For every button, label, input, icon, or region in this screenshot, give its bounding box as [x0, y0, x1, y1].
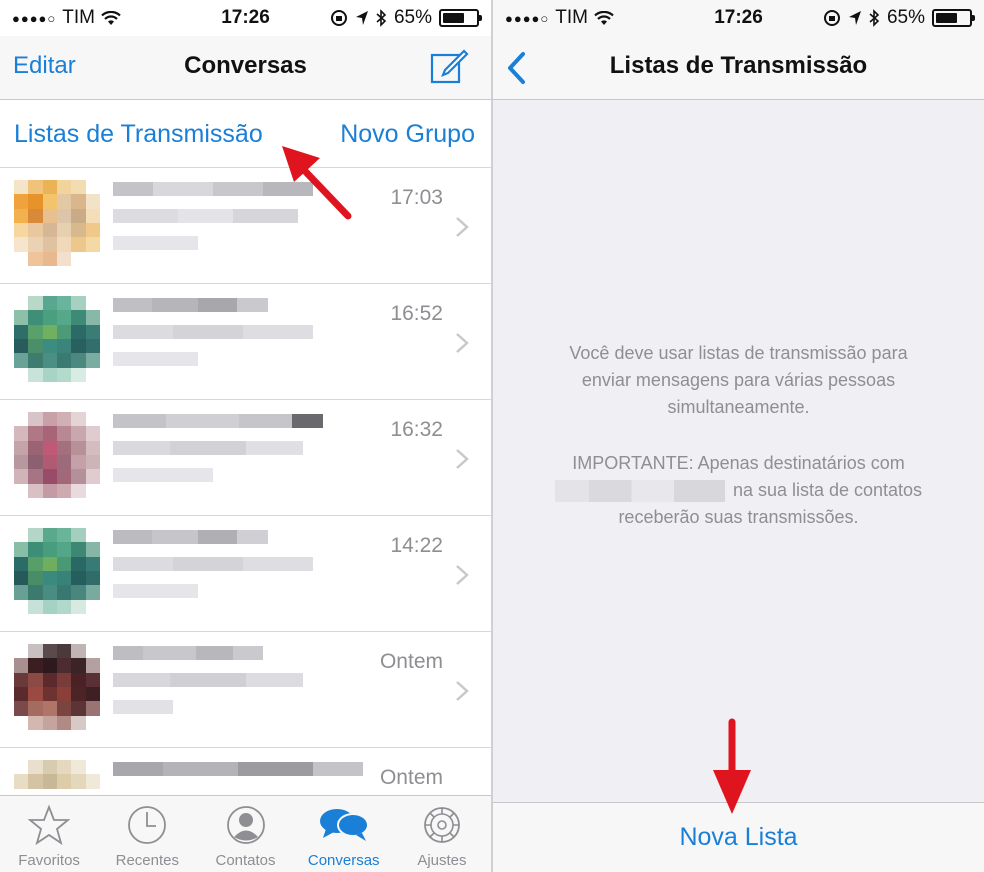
tab-conversas[interactable]: Conversas	[295, 796, 393, 872]
tab-label: Conversas	[307, 852, 380, 869]
chat-row[interactable]: Ontem	[0, 632, 491, 748]
chat-time: 17:03	[390, 186, 443, 209]
battery-icon	[932, 9, 975, 27]
blurred-message-preview	[113, 762, 363, 789]
navigation-bar: Listas de Transmissão	[493, 36, 984, 100]
page-title: Listas de Transmissão	[609, 52, 868, 79]
bluetooth-icon	[376, 9, 387, 27]
status-bar: ●●●●○ TIM 17:26 65%	[0, 0, 491, 36]
info-line: simultaneamente.	[667, 397, 810, 417]
blurred-message-preview	[113, 414, 353, 495]
tab-label: Contatos	[215, 852, 276, 869]
conversations-screen: ●●●●○ TIM 17:26 65% Editar Conversas Lis…	[0, 0, 491, 872]
important-notice-text: IMPORTANTE: Apenas destinatários com na …	[523, 450, 954, 531]
gear-icon	[424, 807, 460, 843]
avatar	[14, 296, 100, 382]
new-list-button[interactable]: Nova Lista	[493, 823, 984, 852]
blurred-message-preview	[113, 298, 353, 379]
avatar	[14, 528, 100, 614]
tab-label: Favoritos	[18, 852, 80, 869]
tab-recentes[interactable]: Recentes	[98, 796, 196, 872]
rotation-lock-icon	[330, 10, 347, 26]
chat-row[interactable]: 14:22	[0, 516, 491, 632]
star-icon	[28, 804, 71, 846]
battery-percent: 65%	[393, 7, 432, 28]
info-line: na sua lista de contatos	[523, 477, 954, 504]
info-line: enviar mensagens para várias pessoas	[581, 370, 896, 390]
bluetooth-icon	[869, 9, 880, 27]
chat-time: Ontem	[379, 766, 443, 789]
blurred-message-preview	[113, 646, 353, 727]
info-line: receberão suas transmissões.	[618, 507, 859, 527]
chat-time: 14:22	[390, 534, 443, 557]
page-title: Conversas	[184, 52, 307, 79]
blurred-message-preview	[113, 530, 353, 611]
compose-icon[interactable]	[429, 46, 469, 86]
chat-time: 16:52	[390, 302, 443, 325]
tab-contatos[interactable]: Contatos	[196, 796, 294, 872]
chat-time: 16:32	[390, 418, 443, 441]
tab-bar: Favoritos Recentes Contatos Conversas Aj…	[0, 795, 491, 872]
chat-row[interactable]: 17:03	[0, 168, 491, 284]
chat-row[interactable]: 16:52	[0, 284, 491, 400]
chat-row[interactable]: 16:32	[0, 400, 491, 516]
chevron-right-icon	[456, 681, 469, 701]
annotation-arrow	[282, 146, 352, 220]
location-icon	[848, 11, 861, 25]
new-group-link[interactable]: Novo Grupo	[340, 120, 475, 149]
chevron-right-icon	[456, 565, 469, 585]
avatar	[14, 180, 100, 266]
avatar	[14, 760, 100, 795]
contact-icon	[226, 806, 265, 844]
broadcast-lists-link[interactable]: Listas de Transmissão	[14, 120, 263, 149]
chat-list: 17:03 16:52 16:32 14:22 Ontem Ontem	[0, 168, 491, 795]
battery-percent: 65%	[886, 7, 925, 28]
navigation-bar: Editar Conversas	[0, 36, 491, 100]
location-icon	[355, 11, 368, 25]
status-bar: ●●●●○ TIM 17:26 65%	[493, 0, 984, 36]
chevron-right-icon	[456, 333, 469, 353]
avatar	[14, 412, 100, 498]
chat-time: Ontem	[379, 650, 443, 673]
annotation-arrow	[713, 718, 751, 814]
broadcast-info-text: Você deve usar listas de transmissão par…	[523, 340, 954, 421]
rotation-lock-icon	[823, 10, 840, 26]
tab-ajustes[interactable]: Ajustes	[393, 796, 491, 872]
broadcast-lists-screen: ●●●●○ TIM 17:26 65% Listas de Transmissã…	[493, 0, 984, 872]
avatar	[14, 644, 100, 730]
clock-icon	[128, 806, 167, 844]
chat-row[interactable]: Ontem	[0, 748, 491, 795]
chat-bubbles-icon	[319, 809, 369, 841]
tab-favoritos[interactable]: Favoritos	[0, 796, 98, 872]
blurred-text	[554, 480, 725, 503]
tab-label: Ajustes	[417, 852, 467, 869]
info-line: Você deve usar listas de transmissão par…	[569, 343, 908, 363]
tab-label: Recentes	[115, 852, 179, 869]
chevron-right-icon	[456, 449, 469, 469]
info-line-text: na sua lista de contatos	[732, 480, 923, 500]
chevron-right-icon	[456, 217, 469, 237]
info-line: IMPORTANTE: Apenas destinatários com	[572, 453, 905, 473]
conversation-actions: Listas de Transmissão Novo Grupo	[0, 100, 491, 168]
battery-icon	[439, 9, 482, 27]
